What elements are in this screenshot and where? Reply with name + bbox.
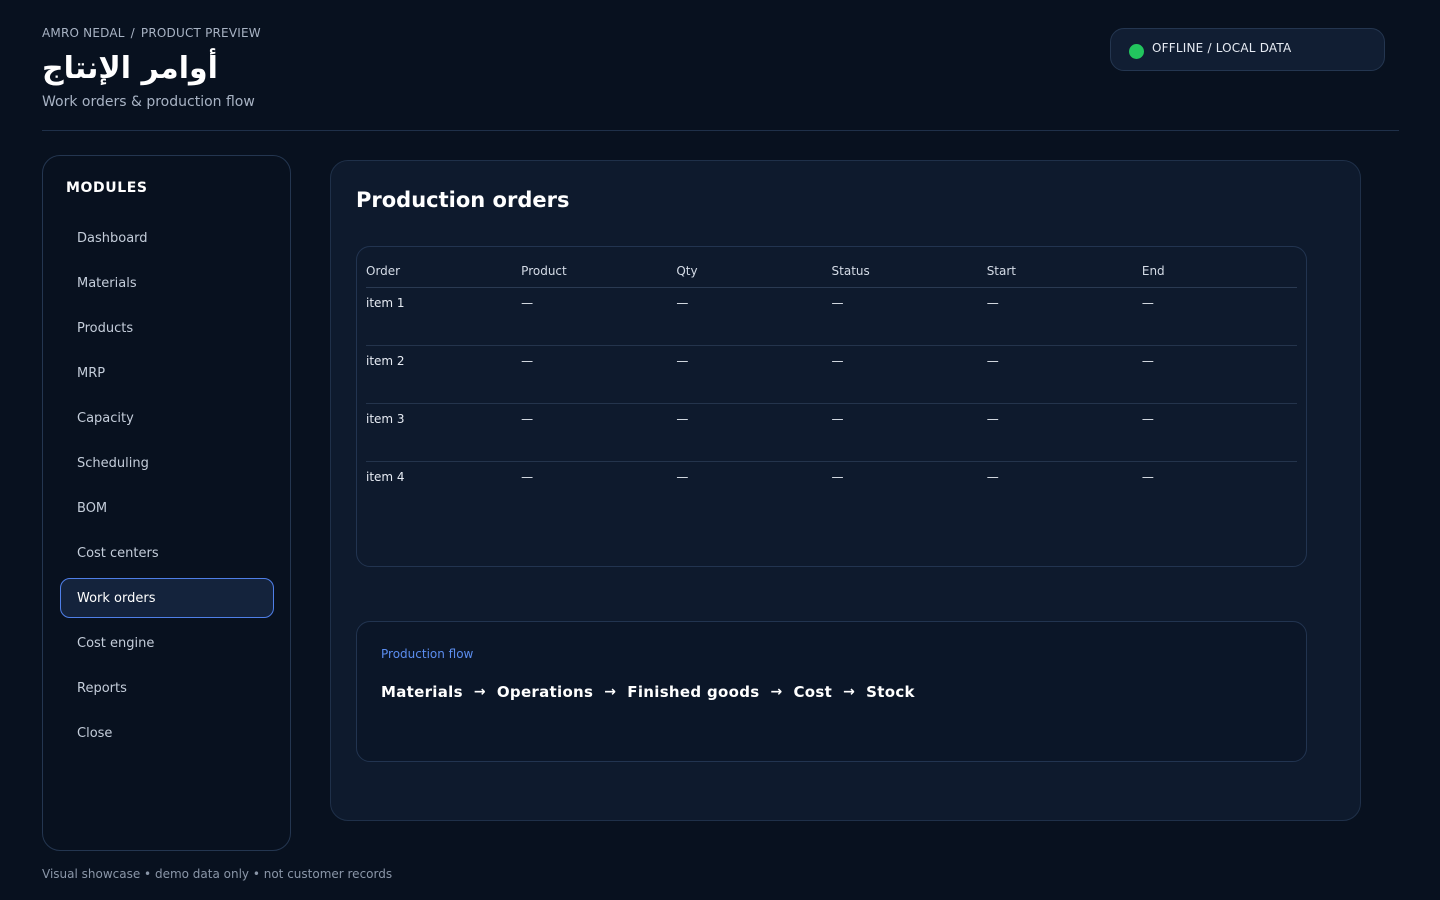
sidebar-item-materials[interactable]: Materials <box>60 263 274 303</box>
column-header-start[interactable]: Start <box>987 264 1142 278</box>
table-header-row: Order Product Qty Status Start End <box>366 255 1297 288</box>
sidebar-item-capacity[interactable]: Capacity <box>60 398 274 438</box>
flow-steps: Materials → Operations → Finished goods … <box>381 683 915 701</box>
connection-status-badge: OFFLINE / LOCAL DATA <box>1110 28 1385 71</box>
breadcrumb-item-product-preview[interactable]: PRODUCT PREVIEW <box>141 26 261 40</box>
modules-sidebar: MODULES Dashboard Materials Products MRP… <box>42 155 291 851</box>
sidebar-item-label: Scheduling <box>77 455 149 471</box>
cell-qty: — <box>676 354 689 368</box>
arrow-right-icon: → <box>843 684 856 700</box>
cell-order: item 1 <box>366 296 405 310</box>
sidebar-heading: MODULES <box>66 180 148 196</box>
page-title: أوامر الإنتاج <box>42 51 218 86</box>
flow-label: Production flow <box>381 647 474 661</box>
arrow-right-icon: → <box>770 684 783 700</box>
cell-qty: — <box>676 296 689 310</box>
flow-step-cost: Cost <box>793 683 833 701</box>
column-header-qty[interactable]: Qty <box>676 264 831 278</box>
cell-status: — <box>831 412 844 426</box>
sidebar-item-label: Materials <box>77 275 137 291</box>
sidebar-item-label: BOM <box>77 500 108 516</box>
column-header-end[interactable]: End <box>1142 264 1297 278</box>
column-header-order[interactable]: Order <box>366 264 521 278</box>
sidebar-item-label: Reports <box>77 680 127 696</box>
sidebar-item-close[interactable]: Close <box>60 713 274 753</box>
cell-product: — <box>521 296 534 310</box>
cell-status: — <box>831 470 844 484</box>
flow-step-operations: Operations <box>496 683 594 701</box>
table-row[interactable]: item 1 — — — — — <box>366 288 1297 346</box>
flow-step-finished-goods: Finished goods <box>627 683 760 701</box>
header-divider <box>42 130 1399 131</box>
production-orders-table: Order Product Qty Status Start End item … <box>366 255 1297 520</box>
sidebar-item-reports[interactable]: Reports <box>60 668 274 708</box>
status-dot-icon <box>1129 43 1144 59</box>
cell-order: item 3 <box>366 412 405 426</box>
sidebar-item-scheduling[interactable]: Scheduling <box>60 443 274 483</box>
sidebar-item-label: Cost centers <box>77 545 159 561</box>
cell-start: — <box>986 470 999 484</box>
cell-end: — <box>1141 354 1154 368</box>
flow-step-materials: Materials <box>381 683 463 701</box>
status-label: OFFLINE / LOCAL DATA <box>1152 40 1292 55</box>
cell-qty: — <box>676 412 689 426</box>
sidebar-item-mrp[interactable]: MRP <box>60 353 274 393</box>
sidebar-item-bom[interactable]: BOM <box>60 488 274 528</box>
sidebar-item-work-orders[interactable]: Work orders <box>60 578 274 618</box>
table-row[interactable]: item 4 — — — — — <box>366 462 1297 520</box>
column-header-product[interactable]: Product <box>521 264 676 278</box>
breadcrumb-item-owner[interactable]: AMRO NEDAL <box>42 26 125 40</box>
page-subtitle: Work orders & production flow <box>42 94 255 110</box>
cell-end: — <box>1141 412 1154 426</box>
cell-end: — <box>1141 296 1154 310</box>
cell-start: — <box>986 354 999 368</box>
sidebar-item-label: MRP <box>77 365 106 381</box>
sidebar-item-cost-engine[interactable]: Cost engine <box>60 623 274 663</box>
cell-status: — <box>831 296 844 310</box>
cell-order: item 4 <box>366 470 405 484</box>
cell-end: — <box>1141 470 1154 484</box>
cell-qty: — <box>676 470 689 484</box>
sidebar-nav: Dashboard Materials Products MRP Capacit… <box>60 218 274 758</box>
production-orders-table-card: Order Product Qty Status Start End item … <box>356 246 1307 567</box>
production-flow-card: Production flow Materials → Operations →… <box>356 621 1307 762</box>
sidebar-item-label: Cost engine <box>77 635 155 651</box>
section-title: Production orders <box>356 188 570 212</box>
flow-step-stock: Stock <box>866 683 915 701</box>
sidebar-item-label: Close <box>77 725 113 741</box>
sidebar-item-dashboard[interactable]: Dashboard <box>60 218 274 258</box>
breadcrumb-separator: / <box>130 26 135 40</box>
sidebar-item-label: Work orders <box>77 590 156 606</box>
cell-start: — <box>986 412 999 426</box>
sidebar-item-label: Dashboard <box>77 230 148 246</box>
arrow-right-icon: → <box>473 684 486 700</box>
cell-product: — <box>521 412 534 426</box>
cell-product: — <box>521 470 534 484</box>
table-row[interactable]: item 3 — — — — — <box>366 404 1297 462</box>
footer-note: Visual showcase • demo data only • not c… <box>42 867 393 881</box>
main-panel: Production orders Order Product Qty Stat… <box>330 160 1361 821</box>
cell-start: — <box>986 296 999 310</box>
sidebar-item-cost-centers[interactable]: Cost centers <box>60 533 274 573</box>
sidebar-item-label: Capacity <box>77 410 134 426</box>
table-row[interactable]: item 2 — — — — — <box>366 346 1297 404</box>
cell-order: item 2 <box>366 354 405 368</box>
cell-status: — <box>831 354 844 368</box>
arrow-right-icon: → <box>604 684 617 700</box>
sidebar-item-products[interactable]: Products <box>60 308 274 348</box>
cell-product: — <box>521 354 534 368</box>
sidebar-item-label: Products <box>77 320 134 336</box>
column-header-status[interactable]: Status <box>832 264 987 278</box>
